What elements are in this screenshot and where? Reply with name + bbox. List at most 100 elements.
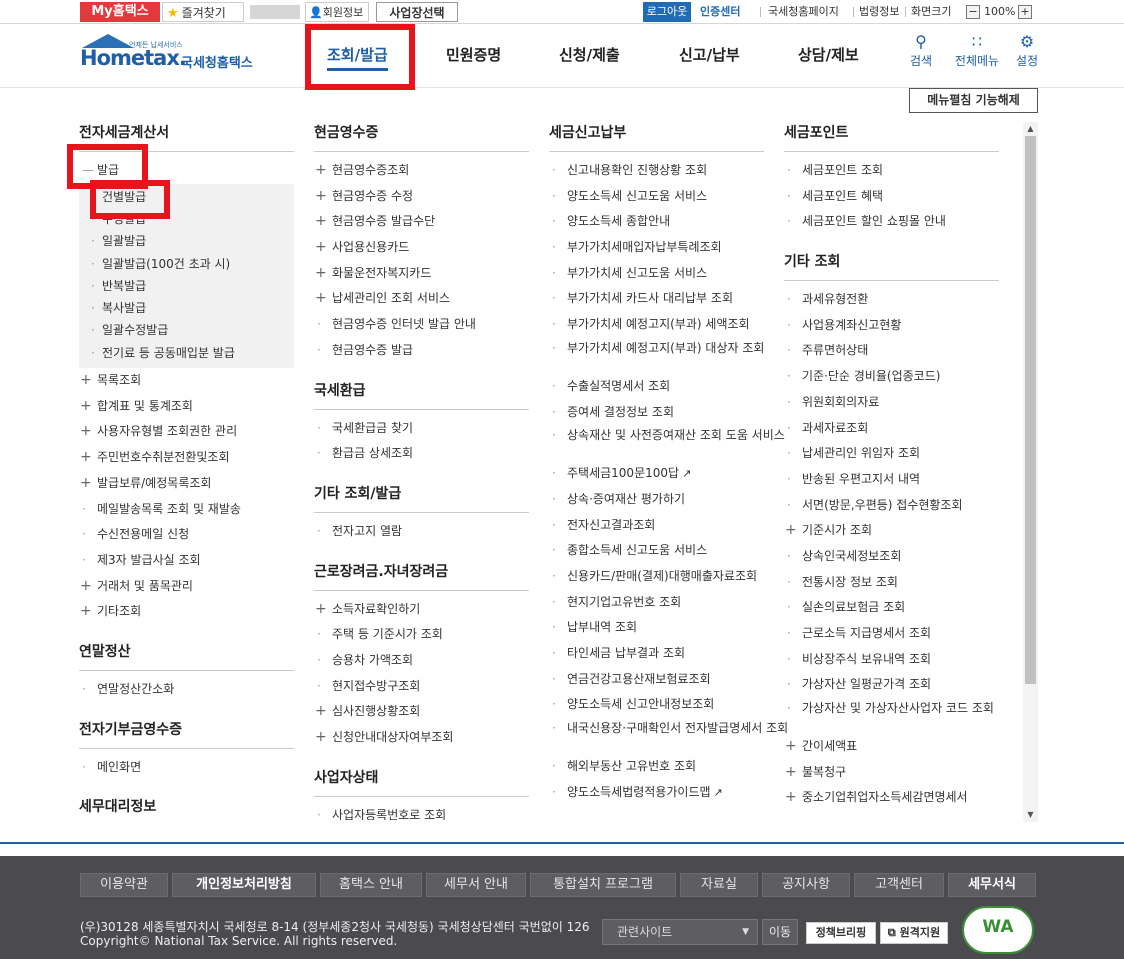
menu-item[interactable]: ·현금영수증 발급	[314, 338, 529, 364]
submenu-item[interactable]: ·전기료 등 공동매입분 발급	[79, 342, 294, 364]
menu-item[interactable]: ·해외부동산 고유번호 조회	[549, 754, 788, 780]
menu-item[interactable]: ·전자신고결과조회	[549, 513, 788, 539]
footer-taxoffice-guide-link[interactable]: 세무서 안내	[426, 873, 526, 897]
menu-item[interactable]: ·신용카드/판매(결제)대행매출자료조회	[549, 564, 788, 590]
remote-support-button[interactable]: ⧉ 원격지원	[880, 922, 948, 944]
nts-homepage-link[interactable]: 국세청홈페이지	[768, 2, 839, 22]
menu-item[interactable]: ·세금포인트 할인 쇼핑몰 안내	[784, 209, 999, 235]
cert-center-link[interactable]: 인증센터	[700, 2, 752, 22]
menu-item[interactable]: +중소기업취업자소득세감면명세서	[784, 785, 999, 811]
menu-item[interactable]: ·세금포인트 혜택	[784, 184, 999, 210]
menu-item[interactable]: ·상속인국세정보조회	[784, 544, 999, 570]
menu-item[interactable]: ·상속·증여재산 평가하기	[549, 487, 788, 513]
menu-item[interactable]: ·타인세금 납부결과 조회	[549, 641, 788, 667]
menu-item[interactable]: ·부가가치세 예정고지(부과) 세액조회	[549, 312, 788, 338]
zoom-out-button[interactable]: −	[966, 5, 980, 19]
menu-item[interactable]: +목록조회	[79, 368, 294, 394]
menu-item[interactable]: ·기준·단순 경비율(업종코드)	[784, 364, 999, 390]
menu-item[interactable]: +간이세액표	[784, 734, 999, 760]
menu-item[interactable]: +신청안내대상자여부조회	[314, 725, 529, 751]
menu-scrollbar[interactable]: ▲ ▼	[1023, 122, 1038, 822]
menu-item[interactable]: +불복청구	[784, 760, 999, 786]
menu-item[interactable]: ·세금포인트 조회	[784, 158, 999, 184]
menu-item[interactable]: +납세관리인 조회 서비스	[314, 286, 529, 312]
menu-item[interactable]: ·연금건강고용산재보험료조회	[549, 667, 788, 693]
menu-item[interactable]: ·상속재산 및 사전증여재산 조회 도움 서비스	[549, 425, 788, 461]
menu-item[interactable]: ·환급금 상세조회	[314, 441, 529, 467]
menu-item[interactable]: ·비상장주식 보유내역 조회	[784, 647, 999, 673]
menu-item[interactable]: ·전통시장 정보 조회	[784, 570, 999, 596]
menu-item[interactable]: ·양도소득세 신고안내정보조회	[549, 692, 788, 718]
menu-item[interactable]: ·반송된 우편고지서 내역	[784, 467, 999, 493]
menu-item[interactable]: ·신고내용확인 진행상황 조회	[549, 158, 788, 184]
menu-item[interactable]: ·현지접수방구조회	[314, 674, 529, 700]
footer-library-link[interactable]: 자료실	[680, 873, 758, 897]
menu-item[interactable]: ·과세유형전환	[784, 287, 999, 313]
footer-install-program-link[interactable]: 통합설치 프로그램	[530, 873, 676, 897]
menu-item[interactable]: ·서면(방문,우편등) 접수현황조회	[784, 493, 999, 519]
submenu-item[interactable]: ·반복발급	[79, 275, 294, 297]
menu-item[interactable]: ·주류면허상태	[784, 338, 999, 364]
scroll-up-arrow-icon[interactable]: ▲	[1023, 122, 1038, 136]
menu-item[interactable]: +화물운전자복지카드	[314, 261, 529, 287]
menu-item[interactable]: ·주택세금100문100답↗	[549, 461, 788, 487]
menu-item[interactable]: ·전자고지 열람	[314, 519, 529, 545]
menu-item[interactable]: ·현지기업고유번호 조회	[549, 590, 788, 616]
menu-item[interactable]: ·납세관리인 위임자 조회	[784, 441, 999, 467]
menu-item[interactable]: ·증여세 결정정보 조회	[549, 400, 788, 426]
menu-item[interactable]: ·양도소득세법령적용가이드맵↗	[549, 780, 788, 806]
menu-expand-toggle-button[interactable]: 메뉴펼침 기능해제	[909, 88, 1038, 113]
menu-item[interactable]: +거래처 및 품목관리	[79, 574, 294, 600]
gnb-consult-tip[interactable]: 상담/제보	[798, 44, 859, 65]
footer-privacy-link[interactable]: 개인정보처리방침	[172, 873, 316, 897]
menu-item[interactable]: ·양도소득세 신고도움 서비스	[549, 184, 788, 210]
submenu-item[interactable]: ·일괄발급	[79, 230, 294, 252]
favorites-button[interactable]: ★즐겨찾기	[162, 2, 244, 22]
all-menu-button[interactable]: ∷전체메뉴	[952, 32, 1002, 69]
menu-item[interactable]: +기준시가 조회	[784, 518, 999, 544]
menu-item[interactable]: ·사업자등록번호로 조회	[314, 803, 529, 820]
menu-item[interactable]: +발급보류/예정목록조회	[79, 471, 294, 497]
menu-item[interactable]: +기타조회	[79, 599, 294, 625]
menu-item[interactable]: ·제3자 발급사실 조회	[79, 548, 294, 574]
gnb-report-pay[interactable]: 신고/납부	[679, 44, 740, 65]
menu-item[interactable]: ·내국신용장·구매확인서 전자발급명세서 조회	[549, 718, 788, 754]
search-button[interactable]: ⚲검색	[896, 32, 946, 69]
footer-tax-forms-link[interactable]: 세무서식	[948, 873, 1036, 897]
menu-item[interactable]: +현금영수증조회	[314, 158, 529, 184]
menu-item[interactable]: ·사업용계좌신고현황	[784, 313, 999, 339]
menu-item[interactable]: ·부가가치세 카드사 대리납부 조회	[549, 286, 788, 312]
move-button[interactable]: 이동	[762, 919, 798, 945]
menu-item[interactable]: ·과세자료조회	[784, 416, 999, 442]
scroll-down-arrow-icon[interactable]: ▼	[1023, 808, 1038, 822]
menu-item[interactable]: ·현금영수증 인터넷 발급 안내	[314, 312, 529, 338]
my-hometax-button[interactable]: My홈택스	[80, 2, 160, 22]
footer-notice-link[interactable]: 공지사항	[762, 873, 850, 897]
menu-item[interactable]: +소득자료확인하기	[314, 597, 529, 623]
menu-item[interactable]: ·수신전용메일 신청	[79, 522, 294, 548]
submenu-item[interactable]: ·일괄발급(100건 초과 시)	[79, 253, 294, 275]
menu-item[interactable]: ·가상자산 및 가상자산사업자 코드 조회	[784, 698, 999, 734]
menu-item[interactable]: ·주택 등 기준시가 조회	[314, 622, 529, 648]
menu-item[interactable]: ·근로소득 지급명세서 조회	[784, 621, 999, 647]
menu-item[interactable]: ·국세환급금 찾기	[314, 416, 529, 442]
menu-item[interactable]: ·연말정산간소화	[79, 677, 294, 703]
zoom-in-button[interactable]: +	[1018, 5, 1032, 19]
menu-item[interactable]: +주민번호수취분전환및조회	[79, 445, 294, 471]
menu-item[interactable]: ·부가가치세 예정고지(부과) 대상자 조회	[549, 338, 788, 374]
menu-item[interactable]: +현금영수증 발급수단	[314, 209, 529, 235]
menu-item[interactable]: ·가상자산 일평균가격 조회	[784, 672, 999, 698]
related-sites-select[interactable]: 관련사이트▼	[602, 919, 758, 945]
menu-item[interactable]: ·종합소득세 신고도움 서비스	[549, 538, 788, 564]
menu-item[interactable]: +사업용신용카드	[314, 235, 529, 261]
menu-item[interactable]: ·납부내역 조회	[549, 615, 788, 641]
member-info-button[interactable]: 👤회원정보	[305, 2, 369, 22]
gnb-civil-certificate[interactable]: 민원증명	[446, 44, 501, 65]
business-select-button[interactable]: 사업장선택	[376, 2, 458, 22]
menu-item[interactable]: +합계표 및 통계조회	[79, 394, 294, 420]
footer-terms-link[interactable]: 이용약관	[80, 873, 168, 897]
menu-item[interactable]: +심사진행상황조회	[314, 699, 529, 725]
policy-briefing-link[interactable]: 정책브리핑	[806, 922, 876, 944]
menu-item[interactable]: ·부가가치세 신고도움 서비스	[549, 261, 788, 287]
scroll-thumb[interactable]	[1025, 136, 1036, 684]
